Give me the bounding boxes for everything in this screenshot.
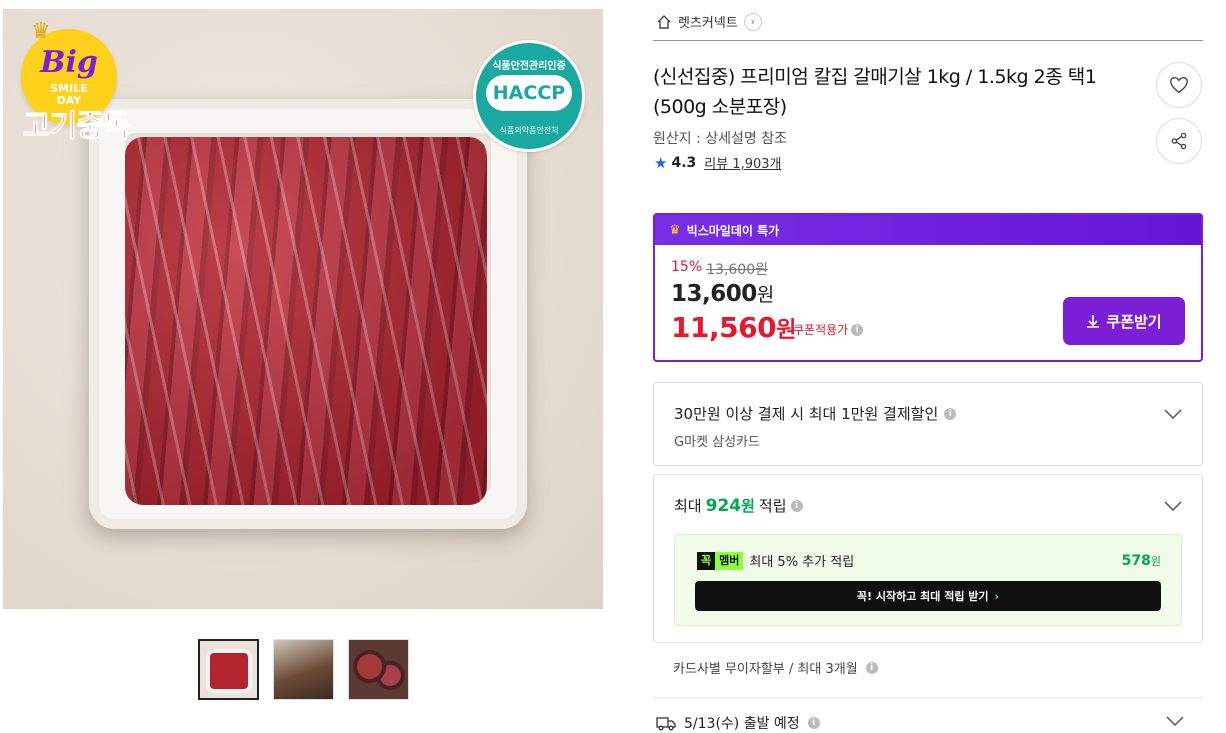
earn-prefix: 최대 (674, 497, 702, 515)
coupon-button-label: 쿠폰받기 (1106, 312, 1162, 331)
thumbnail-3-image (349, 640, 408, 699)
thumbnail-1-meat (210, 653, 248, 689)
sale-price-number: 11,560 (671, 311, 777, 344)
earn-amount: 924원 (706, 495, 755, 516)
haccp-badge: 식품안전관리인증 HACCP 식품의약품안전처 (473, 40, 585, 152)
coupon-button[interactable]: 쿠폰받기 (1063, 297, 1185, 345)
coupon-note-label: 쿠폰적용가 (793, 323, 849, 337)
info-icon[interactable]: i (851, 323, 864, 336)
shipping-label: 5/13(수) 출발 예정 (684, 716, 800, 732)
chevron-right-icon: › (994, 589, 1000, 603)
chevron-down-icon[interactable] (1164, 501, 1182, 511)
thumbnail-3[interactable] (348, 639, 409, 700)
payment-sub: G마켓 삼성카드 (674, 435, 760, 450)
chevron-right-icon: › (743, 12, 762, 31)
store-link[interactable]: 렛츠커넥트 › (656, 12, 762, 31)
rating-score: 4.3 (671, 154, 697, 171)
member-amount-number: 578 (1121, 553, 1151, 569)
truck-icon (656, 717, 676, 731)
haccp-top-text: 식품안전관리인증 (492, 61, 566, 72)
payment-discount-card[interactable]: 30만원 이상 결제 시 최대 1만원 결제할인 i G마켓 삼성카드 (653, 382, 1203, 466)
badge-big-text: Big (40, 45, 98, 80)
member-amount: 578원 (1122, 553, 1161, 569)
thumbnail-1[interactable] (198, 639, 259, 700)
share-button[interactable] (1156, 118, 1202, 164)
installment-info: 카드사별 무이자할부 / 최대 3개월 i (673, 658, 878, 677)
payment-title-label: 30만원 이상 결제 시 최대 1만원 결제할인 (674, 405, 939, 423)
meat-photo (125, 137, 487, 505)
original-price: 13,600원 (706, 262, 768, 278)
thumbnail-2-image (274, 640, 333, 699)
discount-row: 15% 13,600원 (671, 259, 768, 279)
heart-icon (1170, 76, 1188, 94)
installment-label: 카드사별 무이자할부 / 최대 3개월 (673, 662, 858, 677)
brand-logo: 고기중독 (22, 109, 130, 145)
star-icon: ★ (654, 153, 668, 172)
crown-icon: ♛ (31, 19, 51, 44)
origin-text: 원산지 : 상세설명 참조 (653, 131, 787, 147)
member-start-button[interactable]: 꼭! 시작하고 최대 적립 받기 › (695, 581, 1161, 611)
product-title: (신선집중) 프리미엄 칼집 갈매기살 1kg / 1.5kg 2종 택1 (5… (653, 66, 1097, 118)
review-link[interactable]: 리뷰 1,903개 (704, 153, 781, 172)
product-main-image: ♛ Big SMILE DAY 고기중독 식품안전관리인증 HACCP 식품의약… (3, 9, 603, 609)
member-tag-a: 꼭 (697, 551, 716, 570)
info-icon[interactable]: i (790, 499, 803, 512)
info-icon[interactable]: i (944, 407, 957, 420)
divider (653, 697, 1203, 698)
thumbnail-list (198, 639, 409, 700)
thumbnail-2[interactable] (273, 639, 334, 700)
haccp-mid-text: HACCP (486, 75, 572, 111)
rating: ★ 4.3 리뷰 1,903개 (654, 153, 782, 173)
earn-title: 최대 924원 적립 i (674, 495, 803, 516)
thumbnail-1-image (200, 641, 257, 698)
info-icon[interactable]: i (807, 717, 820, 729)
wishlist-button[interactable] (1156, 62, 1202, 108)
deal-header: ♛ 빅스마일데이 특가 (655, 215, 1201, 245)
info-icon[interactable]: i (865, 661, 878, 674)
deal-box: ♛ 빅스마일데이 특가 15% 13,600원 13,600원 11,560원 … (653, 213, 1203, 362)
price: 13,600원 (671, 280, 774, 307)
sale-price: 11,560원 (671, 311, 796, 344)
home-icon (657, 14, 671, 29)
chevron-down-icon[interactable] (1166, 716, 1184, 726)
shipping-info[interactable]: 5/13(수) 출발 예정 i (656, 713, 820, 733)
member-text: 최대 5% 추가 적립 (749, 555, 855, 570)
crown-icon: ♛ (669, 222, 681, 238)
price-number: 13,600 (671, 281, 757, 307)
deal-header-label: 빅스마일데이 특가 (686, 223, 780, 238)
price-unit: 원 (756, 284, 774, 306)
earn-suffix: 적립 (758, 497, 787, 515)
coupon-note: 쿠폰적용가 i (793, 321, 864, 338)
haccp-bottom-text: 식품의약품안전처 (499, 126, 559, 135)
member-amount-unit: 원 (1150, 555, 1161, 568)
divider (653, 40, 1203, 41)
share-icon (1171, 132, 1187, 150)
member-tag: 꼭 멤버 (697, 551, 744, 570)
chevron-down-icon[interactable] (1164, 409, 1182, 419)
earn-amount-number: 924 (705, 496, 742, 516)
payment-title: 30만원 이상 결제 시 최대 1만원 결제할인 i (674, 403, 957, 424)
member-box: 꼭 멤버 최대 5% 추가 적립 578원 꼭! 시작하고 최대 적립 받기 › (674, 534, 1182, 626)
earn-amount-unit: 원 (741, 497, 755, 515)
member-tag-b: 멤버 (715, 551, 744, 570)
download-icon (1087, 315, 1100, 328)
earn-points-card: 최대 924원 적립 i 꼭 멤버 최대 5% 추가 적립 578원 꼭! 시작… (653, 474, 1203, 643)
store-name: 렛츠커넥트 (678, 16, 738, 31)
discount-percent: 15% (671, 259, 703, 275)
member-button-label: 꼭! 시작하고 최대 적립 받기 (856, 590, 989, 603)
member-line: 꼭 멤버 최대 5% 추가 적립 (697, 551, 854, 570)
